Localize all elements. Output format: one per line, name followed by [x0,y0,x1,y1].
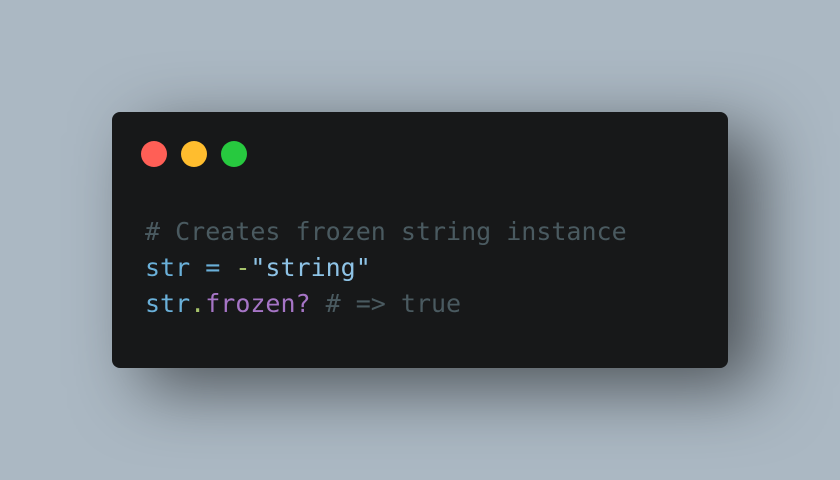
code-line-1: # Creates frozen string instance [145,214,627,250]
string-literal-token: "string" [250,253,371,282]
maximize-dot-icon [221,141,247,167]
code-line-2: str = -"string" [145,250,627,286]
variable-token: str [145,253,191,282]
minimize-dot-icon [181,141,207,167]
code-window: # Creates frozen string instance str = -"… [112,112,728,368]
unary-minus-token: - [235,253,251,282]
code-block: # Creates frozen string instance str = -"… [145,214,627,322]
method-token: frozen? [205,289,311,318]
code-line-3: str.frozen? # => true [145,286,627,322]
dot-token: . [190,289,206,318]
comment-token: # Creates frozen string instance [145,217,627,246]
result-comment-token: # => true [325,289,462,318]
assign-operator-token: = [190,253,236,282]
receiver-token: str [145,289,191,318]
close-dot-icon [141,141,167,167]
